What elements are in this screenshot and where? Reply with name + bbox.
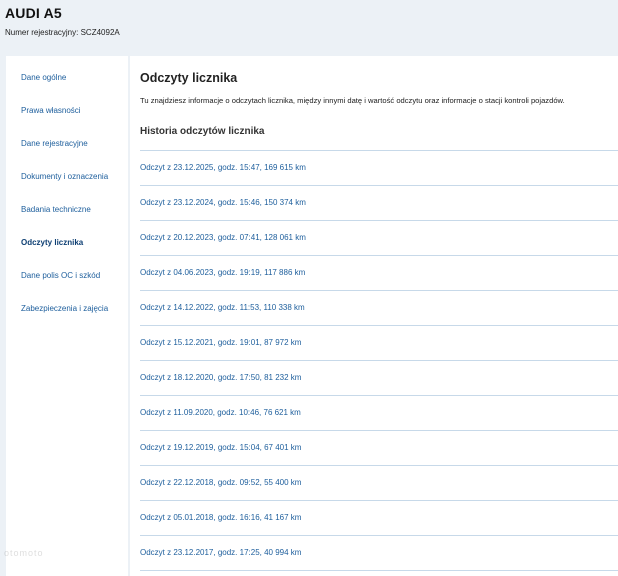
page-description: Tu znajdziesz informacje o odczytach lic… xyxy=(140,96,565,105)
list-item: Odczyt z 19.12.2019, godz. 15:04, 67 401… xyxy=(140,431,618,466)
reading-link[interactable]: Odczyt z 23.12.2024, godz. 15:46, 150 37… xyxy=(140,198,306,207)
list-item: Odczyt z 04.06.2023, godz. 19:19, 117 88… xyxy=(140,256,618,291)
sidebar-item-badania-techniczne[interactable]: Badania techniczne xyxy=(21,205,91,214)
header: AUDI A5 Numer rejestracyjny: SCZ4092A xyxy=(0,0,618,54)
reading-link[interactable]: Odczyt z 05.01.2018, godz. 16:16, 41 167… xyxy=(140,513,301,522)
sidebar-item-dane-rejestracyjne[interactable]: Dane rejestracyjne xyxy=(21,139,88,148)
sidebar-item-dane-polis-oc[interactable]: Dane polis OC i szkód xyxy=(21,271,100,280)
registration-value: SCZ4092A xyxy=(80,28,120,37)
reading-link[interactable]: Odczyt z 22.12.2018, godz. 09:52, 55 400… xyxy=(140,478,301,487)
sidebar-item-zabezpieczenia[interactable]: Zabezpieczenia i zajęcia xyxy=(21,304,108,313)
section-title: Historia odczytów licznika xyxy=(140,126,265,137)
registration-label: Numer rejestracyjny: xyxy=(5,28,79,37)
sidebar-nav: Dane ogólne Prawa własności Dane rejestr… xyxy=(6,56,128,576)
page: AUDI A5 Numer rejestracyjny: SCZ4092A Da… xyxy=(0,0,618,576)
registration-line: Numer rejestracyjny: SCZ4092A xyxy=(5,28,120,37)
main-content: Odczyty licznika Tu znajdziesz informacj… xyxy=(130,56,618,576)
watermark: otomoto xyxy=(4,548,44,558)
list-item: Odczyt z 14.12.2022, godz. 11:53, 110 33… xyxy=(140,291,618,326)
list-item: Odczyt z 23.12.2017, godz. 17:25, 40 994… xyxy=(140,536,618,571)
reading-link[interactable]: Odczyt z 19.12.2019, godz. 15:04, 67 401… xyxy=(140,443,301,452)
reading-link[interactable]: Odczyt z 15.12.2021, godz. 19:01, 87 972… xyxy=(140,338,301,347)
list-item: Odczyt z 15.12.2021, godz. 19:01, 87 972… xyxy=(140,326,618,361)
sidebar-item-dokumenty-i-oznaczenia[interactable]: Dokumenty i oznaczenia xyxy=(21,172,108,181)
list-item: Odczyt z 18.12.2020, godz. 17:50, 81 232… xyxy=(140,361,618,396)
vehicle-title: AUDI A5 xyxy=(5,5,62,21)
reading-link[interactable]: Odczyt z 23.12.2017, godz. 17:25, 40 994… xyxy=(140,548,301,557)
sidebar-item-dane-ogolne[interactable]: Dane ogólne xyxy=(21,73,66,82)
reading-link[interactable]: Odczyt z 20.12.2023, godz. 07:41, 128 06… xyxy=(140,233,306,242)
list-item: Odczyt z 20.12.2023, godz. 07:41, 128 06… xyxy=(140,221,618,256)
sidebar-item-prawa-wlasnosci[interactable]: Prawa własności xyxy=(21,106,81,115)
list-item: Odczyt z 05.01.2018, godz. 16:16, 41 167… xyxy=(140,501,618,536)
page-title: Odczyty licznika xyxy=(140,71,238,85)
reading-link[interactable]: Odczyt z 14.12.2022, godz. 11:53, 110 33… xyxy=(140,303,305,312)
reading-link[interactable]: Odczyt z 04.06.2023, godz. 19:19, 117 88… xyxy=(140,268,305,277)
list-item: Odczyt z 23.12.2024, godz. 15:46, 150 37… xyxy=(140,186,618,221)
list-item: Odczyt z 11.09.2020, godz. 10:46, 76 621… xyxy=(140,396,618,431)
reading-link[interactable]: Odczyt z 23.12.2025, godz. 15:47, 169 61… xyxy=(140,163,306,172)
sidebar-item-odczyty-licznika[interactable]: Odczyty licznika xyxy=(21,238,83,247)
readings-list: Odczyt z 23.12.2025, godz. 15:47, 169 61… xyxy=(140,150,618,571)
reading-link[interactable]: Odczyt z 11.09.2020, godz. 10:46, 76 621… xyxy=(140,408,301,417)
list-item: Odczyt z 22.12.2018, godz. 09:52, 55 400… xyxy=(140,466,618,501)
reading-link[interactable]: Odczyt z 18.12.2020, godz. 17:50, 81 232… xyxy=(140,373,301,382)
list-item: Odczyt z 23.12.2025, godz. 15:47, 169 61… xyxy=(140,151,618,186)
